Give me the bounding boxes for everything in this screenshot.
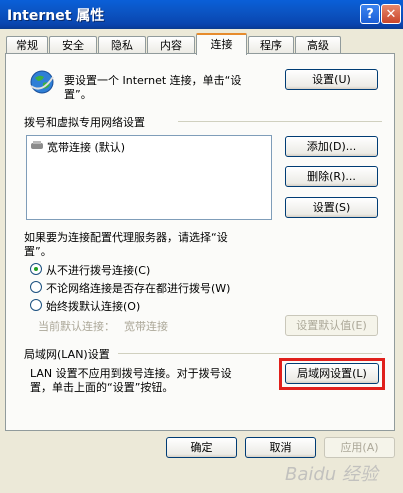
- help-button[interactable]: ?: [360, 4, 380, 24]
- tab-content[interactable]: 内容: [147, 36, 195, 53]
- radio-dial-whenever-label[interactable]: 不论网络连接是否存在都进行拨号(W): [46, 280, 230, 296]
- add-button[interactable]: 添加(D)...: [285, 136, 378, 157]
- highlight-box: [279, 358, 385, 390]
- broadband-icon: [31, 140, 43, 150]
- lan-heading: 局域网(LAN)设置: [24, 348, 110, 361]
- radio-always-dial-label[interactable]: 始终拨默认连接(O): [46, 298, 140, 314]
- apply-button[interactable]: 应用(A): [324, 437, 395, 458]
- cancel-button[interactable]: 取消: [245, 437, 316, 458]
- radio-never-dial[interactable]: [30, 263, 42, 275]
- radio-dial-whenever[interactable]: [30, 281, 42, 293]
- title-bar[interactable]: Internet 属性 ? ✕: [0, 0, 403, 29]
- tab-privacy[interactable]: 隐私: [98, 36, 146, 53]
- set-default-button[interactable]: 设置默认值(E): [285, 315, 378, 336]
- tab-advanced[interactable]: 高级: [295, 36, 341, 53]
- proxy-text-line1: 如果要为连接配置代理服务器，请选择“设: [24, 231, 228, 244]
- dialup-heading: 拨号和虚拟专用网络设置: [24, 116, 145, 129]
- internet-globe-icon: [28, 68, 56, 96]
- current-default-value: 宽带连接: [124, 320, 168, 333]
- lan-divider: [118, 353, 382, 354]
- setup-text-line2: 置”。: [64, 88, 92, 101]
- window-title: Internet 属性: [7, 8, 105, 24]
- tab-security[interactable]: 安全: [49, 36, 97, 53]
- ok-button[interactable]: 确定: [166, 437, 237, 458]
- lan-text-line2: 置，单击上面的“设置”按钮。: [30, 381, 174, 394]
- dialup-settings-button[interactable]: 设置(S): [285, 197, 378, 218]
- remove-button[interactable]: 删除(R)...: [285, 166, 378, 187]
- baidu-watermark: Baidu 经验: [285, 464, 378, 485]
- list-item[interactable]: 宽带连接 (默认): [47, 139, 125, 155]
- tab-connections[interactable]: 连接: [196, 33, 247, 55]
- tab-general[interactable]: 常规: [6, 36, 48, 53]
- current-default-label: 当前默认连接：: [38, 320, 115, 333]
- proxy-text-line2: 置”。: [24, 245, 52, 258]
- setup-button[interactable]: 设置(U): [285, 69, 378, 90]
- connection-list[interactable]: 宽带连接 (默认): [26, 135, 272, 220]
- radio-always-dial[interactable]: [30, 299, 42, 311]
- tab-programs[interactable]: 程序: [248, 36, 294, 53]
- close-button[interactable]: ✕: [381, 4, 401, 24]
- radio-never-dial-label[interactable]: 从不进行拨号连接(C): [46, 262, 150, 278]
- dialup-divider: [178, 121, 382, 122]
